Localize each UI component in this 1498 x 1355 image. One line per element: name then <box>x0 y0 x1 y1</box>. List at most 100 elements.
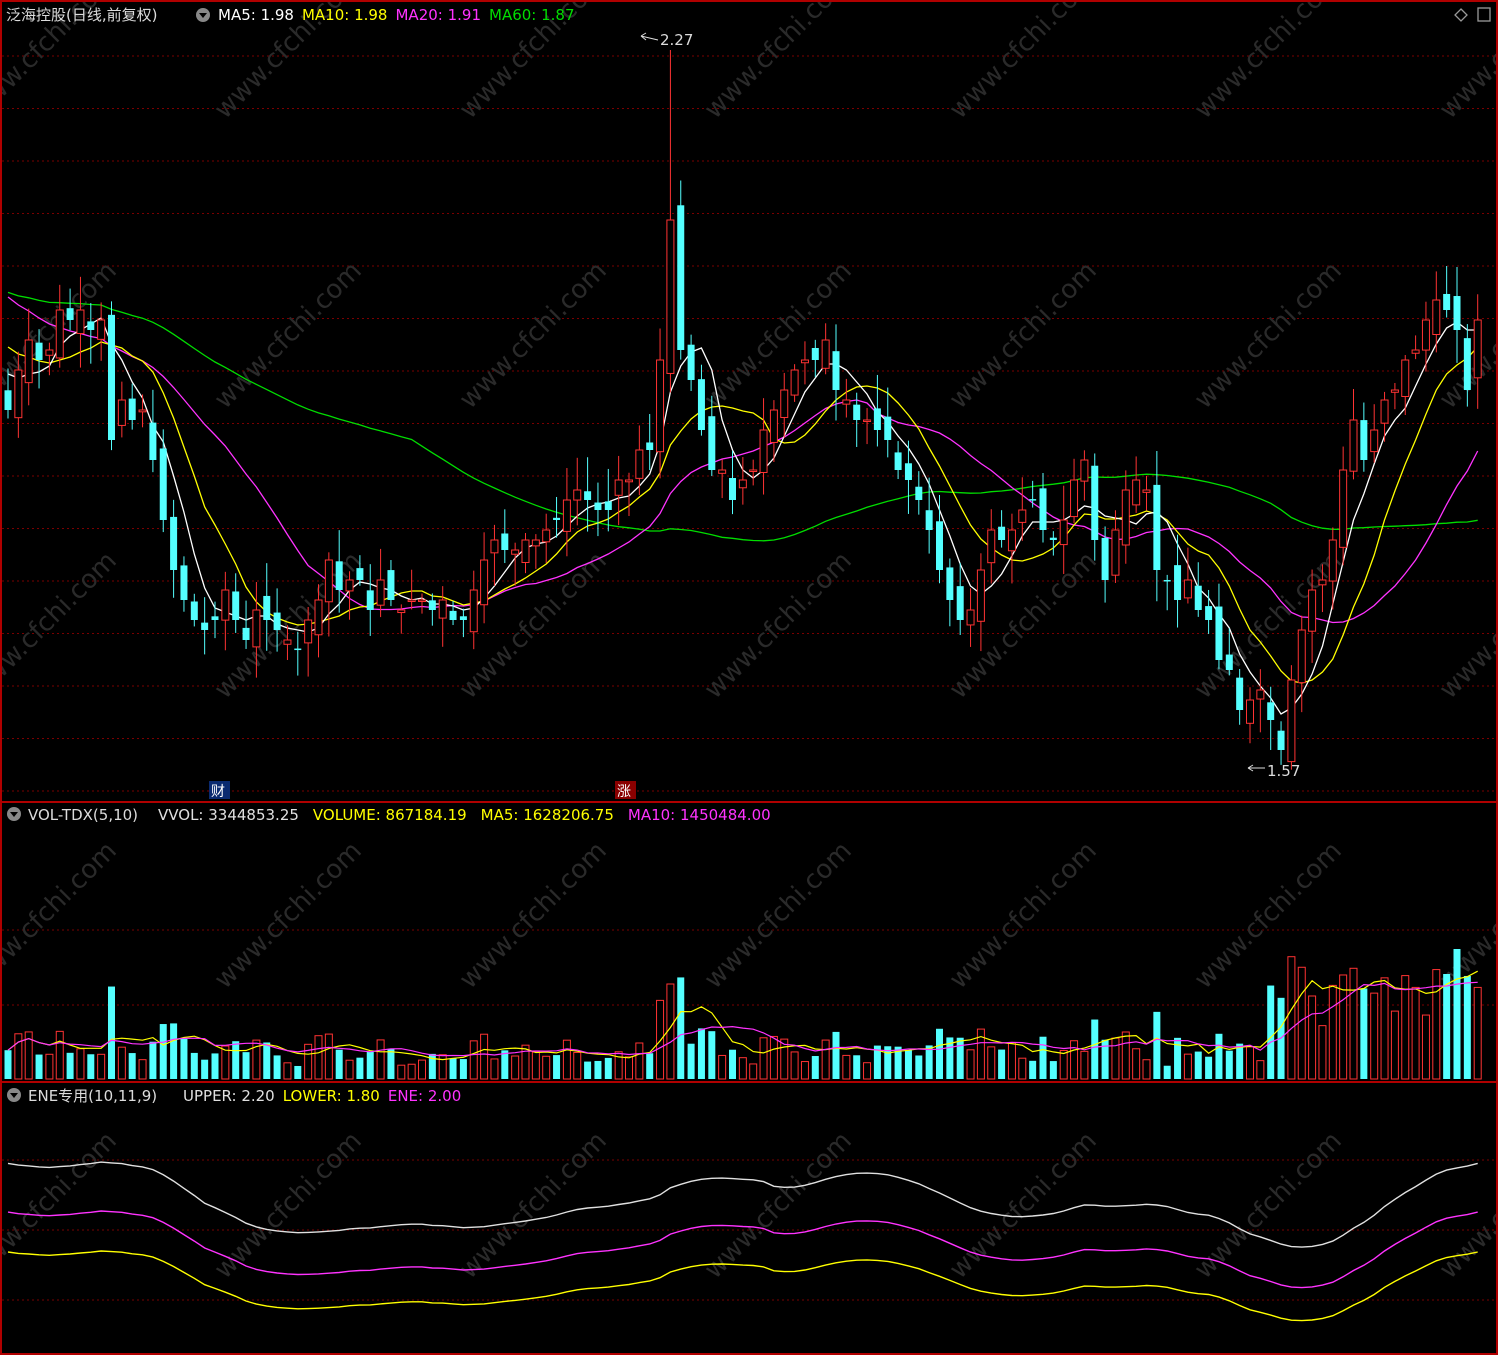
volume-bar <box>501 1050 509 1079</box>
candle-body <box>531 539 540 547</box>
volume-bar <box>998 1049 1006 1079</box>
candle-body <box>998 526 1006 540</box>
candle-body <box>790 369 799 396</box>
candle-body <box>1111 529 1120 576</box>
candle-body <box>87 321 95 330</box>
volume-bar <box>718 1054 727 1080</box>
volume-bar <box>1091 1019 1099 1079</box>
volume-bar <box>562 1039 571 1080</box>
volume-bar <box>1267 985 1275 1079</box>
volume-bar <box>677 977 685 1079</box>
candle-body <box>428 600 436 610</box>
candle-body <box>1183 579 1192 599</box>
candle-body <box>594 502 602 510</box>
svg-text:财: 财 <box>211 784 225 800</box>
candle-body <box>221 589 230 621</box>
volume-bar <box>138 1059 147 1080</box>
header-value: ENE: 2.00 <box>388 1087 461 1105</box>
volume-bar <box>45 1053 54 1080</box>
volume-values: VVOL: 3344853.25 VOLUME: 867184.19 MA5: 16… <box>158 806 771 824</box>
candle-body <box>449 610 457 620</box>
candle-body <box>1007 529 1016 552</box>
volume-bar <box>915 1055 923 1079</box>
volume-bar <box>366 1051 374 1079</box>
volume-bar <box>221 1045 230 1080</box>
volume-bar <box>418 1059 426 1080</box>
volume-bar <box>1339 974 1348 1080</box>
volume-bar <box>469 1040 478 1080</box>
volume-bar <box>1328 984 1337 1080</box>
candle-body <box>1215 606 1223 660</box>
candle-body <box>1080 459 1089 482</box>
candle-body <box>1411 349 1420 354</box>
candle-body <box>915 486 923 500</box>
volume-bar <box>1287 956 1296 1080</box>
volume-bar <box>490 1058 499 1080</box>
candle-body <box>480 559 489 606</box>
volume-bar <box>345 1059 354 1080</box>
candle-body <box>987 529 996 564</box>
candle-body <box>35 342 43 360</box>
candle-body <box>1390 389 1399 393</box>
volume-bar <box>531 1051 540 1080</box>
volume-bar <box>790 1051 799 1080</box>
candle-body <box>1059 519 1068 546</box>
marker-cai[interactable]: 财 <box>209 781 230 800</box>
dropdown-icon[interactable] <box>196 8 210 22</box>
candle-body <box>1432 299 1441 335</box>
candle-body <box>45 349 54 356</box>
dropdown-icon[interactable] <box>7 1088 21 1102</box>
volume-bar <box>842 1054 851 1080</box>
candle-body <box>936 521 943 570</box>
volume-bar <box>1018 1057 1027 1080</box>
volume-bar <box>1142 1059 1151 1080</box>
volume-bar <box>1059 1049 1068 1080</box>
candle-body <box>1153 484 1161 570</box>
volume-bar <box>449 1058 457 1079</box>
volume-bar <box>1225 1050 1233 1079</box>
volume-bar <box>925 1045 933 1079</box>
volume-bar <box>55 1030 64 1080</box>
candle-body <box>925 510 933 530</box>
candle-body <box>759 429 768 473</box>
volume-bar <box>1039 1036 1047 1079</box>
volume-bar <box>708 1031 716 1079</box>
volume-bar <box>584 1061 592 1079</box>
marker-zhang[interactable]: 涨 <box>615 781 636 800</box>
candle-body <box>252 609 261 648</box>
volume-bar <box>511 1055 520 1080</box>
candle-body <box>1205 606 1213 620</box>
volume-bar <box>635 1042 644 1080</box>
candle-body <box>418 599 426 602</box>
volume-bar <box>190 1052 198 1079</box>
volume-bar <box>800 1061 809 1080</box>
candle-body <box>345 579 354 592</box>
header-value: UPPER: 2.20 <box>183 1087 275 1105</box>
dropdown-icon[interactable] <box>7 807 21 821</box>
volume-bar <box>1297 966 1306 1080</box>
header-value: MA60: 1.87 <box>489 6 575 24</box>
volume-bar <box>1318 1025 1327 1080</box>
volume-bar <box>335 1049 343 1079</box>
volume-bar <box>14 1033 23 1080</box>
volume-bar <box>66 1052 74 1079</box>
candle-body <box>314 599 323 636</box>
volume-bar <box>1029 1060 1037 1079</box>
candle-body <box>273 612 281 630</box>
volume-bar <box>407 1063 416 1080</box>
volume-bar <box>811 1056 819 1079</box>
candle-body <box>149 422 157 460</box>
candle-body <box>138 409 147 413</box>
volume-indicator-name: VOL-TDX(5,10) <box>28 806 138 824</box>
volume-bar <box>283 1062 292 1080</box>
candle-body <box>108 314 115 440</box>
candle-body <box>666 219 675 374</box>
candle-body <box>976 569 985 622</box>
volume-bar <box>242 1052 250 1079</box>
volume-bar <box>542 1055 551 1080</box>
candle-body <box>376 579 385 606</box>
volume-bar <box>987 1046 996 1080</box>
candle-body <box>625 479 633 483</box>
high-label: 2.27 <box>660 31 693 49</box>
volume-bar <box>738 1057 747 1080</box>
